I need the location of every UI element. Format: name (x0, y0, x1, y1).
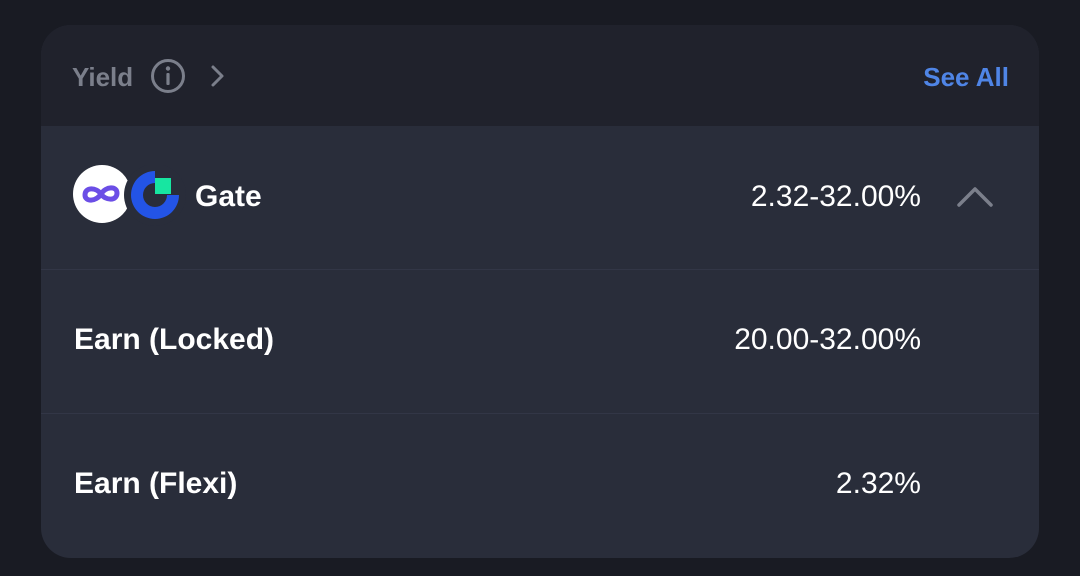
provider-name: Gate (195, 180, 262, 213)
product-row-flexi[interactable]: Earn (Flexi) 2.32% (41, 413, 1039, 557)
yield-title[interactable]: Yield (72, 59, 133, 95)
gate-logo-icon (124, 165, 186, 226)
product-rate: 20.00-32.00% (734, 323, 921, 356)
product-rate: 2.32% (835, 467, 921, 500)
yield-header: Yield See All (41, 25, 1039, 126)
provider-row-gate[interactable]: Gate 2.32-32.00% (41, 126, 1039, 269)
info-icon[interactable] (150, 58, 186, 94)
infinity-logo-icon (73, 165, 131, 223)
provider-logos (73, 165, 186, 226)
product-row-locked[interactable]: Earn (Locked) 20.00-32.00% (41, 269, 1039, 413)
product-label: Earn (Flexi) (74, 467, 238, 500)
product-label: Earn (Locked) (74, 323, 275, 356)
see-all-link[interactable]: See All (923, 59, 1009, 95)
yield-card: Yield See All Gate 2.32-32.00% Earn (Loc… (41, 25, 1039, 558)
chevron-up-icon[interactable] (955, 184, 995, 210)
chevron-right-icon[interactable] (205, 61, 231, 91)
provider-rate-range: 2.32-32.00% (750, 180, 921, 213)
